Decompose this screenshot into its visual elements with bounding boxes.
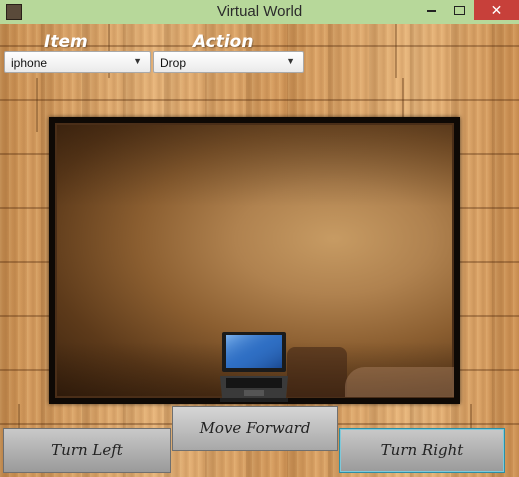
chair-shape — [287, 347, 347, 397]
title-bar[interactable]: Virtual World ✕ — [0, 0, 519, 24]
close-button[interactable]: ✕ — [474, 0, 519, 20]
app-window: Virtual World ✕ Item Action iphone ▼ Dro… — [0, 0, 519, 477]
minimize-icon — [426, 9, 436, 12]
plank-seam — [395, 24, 397, 78]
maximize-icon — [453, 6, 465, 16]
turn-left-button[interactable]: Turn Left — [3, 428, 171, 473]
move-forward-button[interactable]: Move Forward — [172, 406, 338, 451]
minimize-button[interactable] — [418, 0, 444, 20]
chevron-down-icon: ▼ — [286, 56, 295, 66]
item-select-value: iphone — [11, 56, 48, 70]
close-icon: ✕ — [490, 2, 503, 18]
item-select[interactable]: iphone ▼ — [4, 51, 151, 73]
bed-shape — [345, 367, 454, 397]
item-label: Item — [44, 32, 88, 52]
plank-seam — [36, 78, 38, 132]
action-select[interactable]: Drop ▼ — [153, 51, 304, 73]
chevron-down-icon: ▼ — [133, 56, 142, 66]
laptop-graphic — [220, 332, 288, 402]
laptop-icon[interactable] — [220, 332, 288, 404]
turn-right-button[interactable]: Turn Right — [339, 428, 505, 473]
maximize-button[interactable] — [446, 0, 472, 20]
action-select-value: Drop — [160, 56, 187, 70]
action-label: Action — [193, 32, 254, 52]
